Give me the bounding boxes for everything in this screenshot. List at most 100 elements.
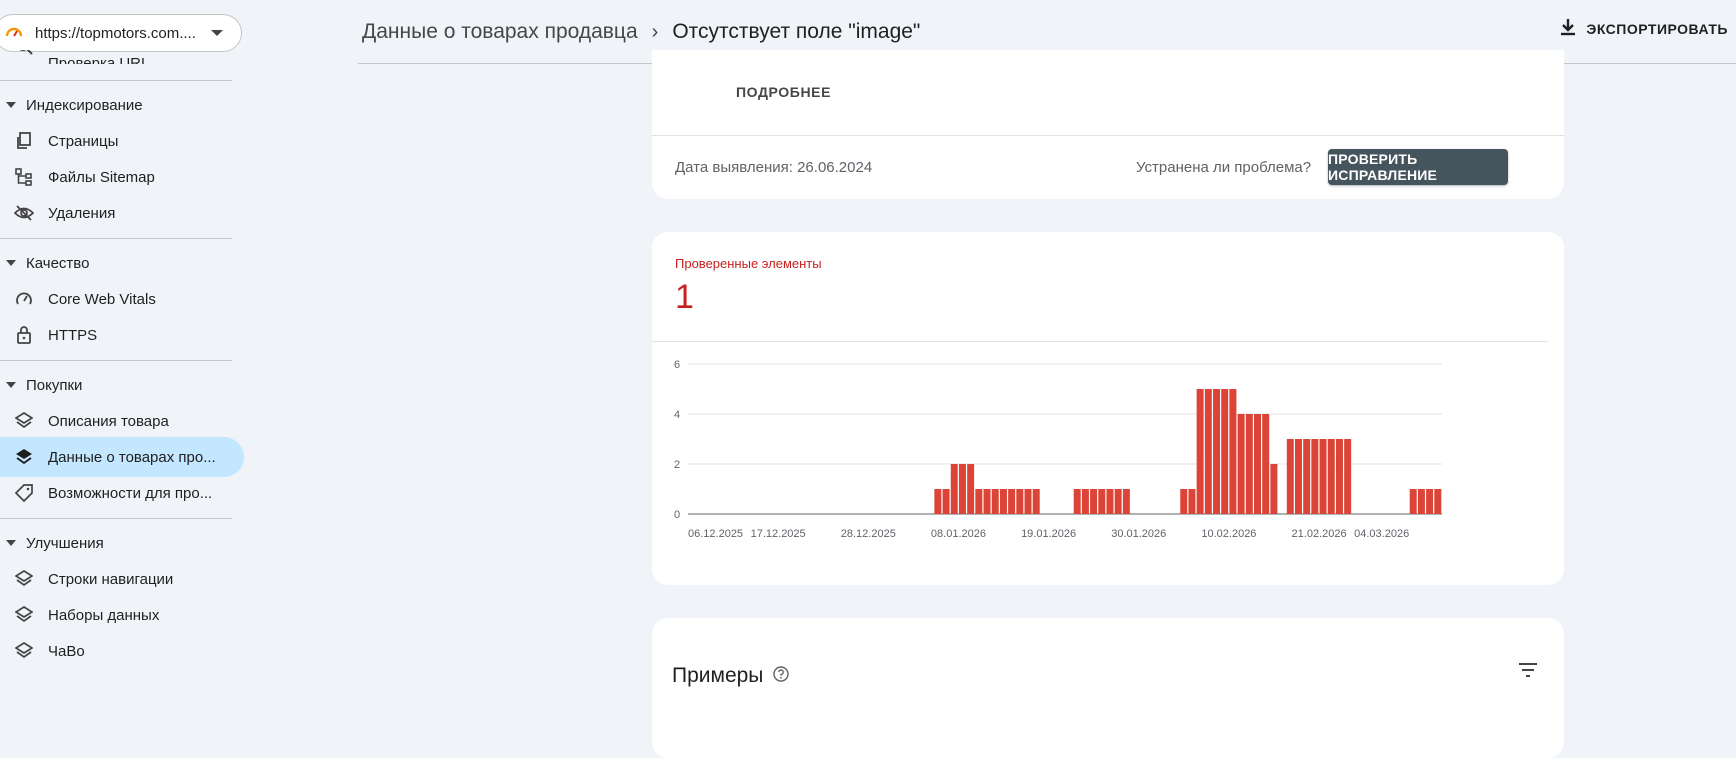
chart-bar[interactable] <box>1090 489 1098 514</box>
sitemap-icon <box>14 167 34 187</box>
sidebar-divider <box>0 518 232 519</box>
chart-bar[interactable] <box>1073 489 1081 514</box>
download-icon <box>1560 18 1576 39</box>
validate-fix-button[interactable]: ПРОВЕРИТЬ ИСПРАВЛЕНИЕ <box>1328 149 1508 185</box>
chart-bar[interactable] <box>1098 489 1106 514</box>
chart-bar[interactable] <box>975 489 983 514</box>
chart-bar[interactable] <box>1237 414 1245 514</box>
sidebar-item-product-snippets[interactable]: Описания товара <box>0 401 244 441</box>
chart-bar[interactable] <box>1221 389 1229 514</box>
section-enhancements[interactable]: Улучшения <box>6 531 104 555</box>
chart-bar[interactable] <box>983 489 991 514</box>
triangle-down-icon <box>6 540 16 546</box>
fixed-question: Устранена ли проблема? <box>1136 159 1312 176</box>
triangle-down-icon <box>6 102 16 108</box>
chart-bar[interactable] <box>1254 414 1261 514</box>
triangle-down-icon <box>6 382 16 388</box>
sidebar-item-sitemaps[interactable]: Файлы Sitemap <box>0 157 244 197</box>
chart-bar[interactable] <box>1327 439 1335 514</box>
x-tick-label: 21.02.2026 <box>1292 528 1347 540</box>
chart-bar[interactable] <box>1409 489 1417 514</box>
sidebar-item-label: Данные о товарах про... <box>48 448 216 466</box>
chart-bar[interactable] <box>967 464 975 514</box>
sidebar-item-label: ЧаВо <box>48 642 85 660</box>
x-tick-label: 19.01.2026 <box>1021 528 1076 540</box>
chart-bar[interactable] <box>1106 489 1114 514</box>
learn-more-link[interactable]: ПОДРОБНЕЕ <box>736 84 831 100</box>
chart-bar[interactable] <box>1245 414 1253 514</box>
sidebar-divider <box>0 80 232 81</box>
section-shopping[interactable]: Покупки <box>6 373 82 397</box>
chart-bar[interactable] <box>1081 489 1089 514</box>
chart-bar[interactable] <box>1270 464 1278 514</box>
chart-bar[interactable] <box>934 489 942 514</box>
sidebar-item-label: Возможности для про... <box>48 484 213 502</box>
x-tick-label: 28.12.2025 <box>841 528 896 540</box>
chevron-down-icon[interactable] <box>211 30 223 36</box>
sidebar-item-shopping-opportunities[interactable]: Возможности для про... <box>0 473 244 513</box>
examples-card: Примеры <box>652 618 1564 758</box>
export-button[interactable]: ЭКСПОРТИРОВАТЬ <box>1560 18 1728 39</box>
gauge-icon <box>14 289 34 309</box>
chart-bar[interactable] <box>1204 389 1212 514</box>
chart-bar[interactable] <box>958 464 966 514</box>
chart-bar[interactable] <box>1114 489 1122 514</box>
sidebar-item-label: Описания товара <box>48 412 169 430</box>
issue-summary-card: ПОДРОБНЕЕ Дата выявления: 26.06.2024 Уст… <box>652 50 1564 199</box>
chart-bar[interactable] <box>1024 489 1032 514</box>
chart-bar[interactable] <box>1344 439 1352 514</box>
chart-card: Проверенные элементы 1 0 2 4 6 06.12.2025 17.… <box>652 232 1564 585</box>
chart-bar[interactable] <box>1434 489 1442 514</box>
card-divider <box>652 341 1548 342</box>
chart-bar[interactable] <box>991 489 999 514</box>
sidebar-item-faq[interactable]: ЧаВо <box>0 631 244 671</box>
sidebar-item-label: Страницы <box>48 132 119 150</box>
sidebar-item-core-web-vitals[interactable]: Core Web Vitals <box>0 279 244 319</box>
breadcrumb: Данные о товарах продавца › Отсутствует … <box>362 20 920 44</box>
chevron-right-icon: › <box>651 20 659 43</box>
chart-bar[interactable] <box>1229 389 1237 514</box>
chart-bar[interactable] <box>1008 489 1016 514</box>
x-tick-label: 04.03.2026 <box>1354 528 1409 540</box>
chart-bar[interactable] <box>1262 414 1270 514</box>
section-title: Улучшения <box>26 534 104 552</box>
property-selector[interactable]: https://topmotors.com.... <box>0 14 242 52</box>
sidebar-item-breadcrumbs[interactable]: Строки навигации <box>0 559 244 599</box>
section-indexing[interactable]: Индексирование <box>6 93 143 117</box>
chart-bar[interactable] <box>1016 489 1024 514</box>
section-quality[interactable]: Качество <box>6 251 89 275</box>
chart-bar[interactable] <box>1294 439 1302 514</box>
layers-icon <box>14 605 34 625</box>
y-tick-label: 2 <box>674 459 680 471</box>
chart-bar[interactable] <box>1303 439 1311 514</box>
sidebar-item-https[interactable]: HTTPS <box>0 315 244 355</box>
chart-bar[interactable] <box>1122 489 1130 514</box>
sidebar-item-merchant-listings[interactable]: Данные о товарах про... <box>0 437 244 477</box>
help-icon[interactable] <box>773 664 790 688</box>
filter-icon[interactable] <box>1518 662 1538 683</box>
chart-bar[interactable] <box>1180 489 1188 514</box>
sidebar-item-pages[interactable]: Страницы <box>0 121 244 161</box>
chart-bar[interactable] <box>1286 439 1294 514</box>
sidebar-item-label: Core Web Vitals <box>48 290 156 308</box>
chart-bar[interactable] <box>1426 489 1434 514</box>
sidebar-item-removals[interactable]: Удаления <box>0 193 244 233</box>
lock-icon <box>14 325 34 345</box>
chart-bar[interactable] <box>1311 439 1319 514</box>
chart-bar[interactable] <box>1032 489 1040 514</box>
sidebar-item-label: Удаления <box>48 204 116 222</box>
y-tick-label: 4 <box>674 409 680 421</box>
chart-bar[interactable] <box>999 489 1007 514</box>
chart-bar[interactable] <box>1188 489 1196 514</box>
sidebar-item-datasets[interactable]: Наборы данных <box>0 595 244 635</box>
breadcrumb-parent[interactable]: Данные о товарах продавца <box>362 20 638 44</box>
chart-bar[interactable] <box>1196 389 1204 514</box>
chart-bar[interactable] <box>1213 389 1221 514</box>
chart-bar[interactable] <box>942 489 950 514</box>
chart-bar[interactable] <box>1319 439 1327 514</box>
chart-bar[interactable] <box>1335 439 1343 514</box>
chart-bar[interactable] <box>950 464 958 514</box>
chart-bar[interactable] <box>1417 489 1425 514</box>
sidebar-item-label: Файлы Sitemap <box>48 168 155 186</box>
sidebar-item-url-inspection[interactable]: Проверка URL <box>16 50 149 64</box>
